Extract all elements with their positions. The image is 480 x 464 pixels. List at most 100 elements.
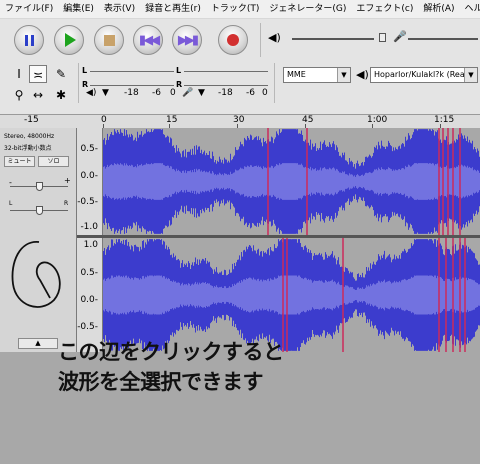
amplitude-scale-top: 0.5- 0.0- -0.5- -1.0	[77, 128, 103, 235]
meter-scale-label: 0	[170, 88, 176, 98]
timeline-tick-label: -15	[24, 115, 39, 125]
menu-edit[interactable]: 編集(E)	[58, 0, 99, 18]
meter-scale-label: -6	[246, 88, 255, 98]
record-volume-track	[408, 38, 478, 40]
scale-label: 0.0-	[80, 295, 98, 305]
track-bitdepth-label: 32-bit浮動小数点	[4, 145, 52, 152]
mute-button[interactable]: ミュート	[4, 156, 35, 167]
toolbar-divider	[78, 63, 79, 103]
solo-button[interactable]: ソロ	[38, 156, 69, 167]
timeline-tick-label: 45	[302, 115, 314, 125]
collapse-track-button[interactable]: ▲	[18, 338, 58, 349]
stop-button[interactable]	[94, 25, 124, 55]
menu-file[interactable]: ファイル(F)	[0, 0, 58, 18]
skip-start-icon: ▮◀◀	[138, 32, 160, 48]
track-area: Stereo, 48000Hz 32-bit浮動小数点 ミュート ソロ - + …	[0, 128, 480, 352]
record-icon	[227, 34, 239, 46]
pan-left-label: L	[9, 200, 13, 207]
meter-ruler	[90, 71, 174, 78]
menu-effect[interactable]: エフェクト(c)	[351, 0, 418, 18]
meter-scale-label: -6	[152, 88, 161, 98]
output-device-value: Hoparlor/Kulakl?k (Realt	[374, 70, 471, 79]
skip-end-icon: ▶▶▮	[177, 32, 199, 48]
pause-button[interactable]	[14, 25, 44, 55]
toolbar-divider	[274, 63, 275, 103]
draw-tool-icon[interactable]: ✎	[52, 65, 70, 83]
meter-scale-label: -18	[218, 88, 233, 98]
menu-generate[interactable]: ジェネレーター(G)	[264, 0, 351, 18]
multi-tool-icon[interactable]: ✱	[52, 86, 70, 104]
gain-slider[interactable]	[36, 182, 43, 191]
gain-plus-label: +	[64, 176, 71, 185]
pause-icon	[24, 34, 34, 46]
chevron-down-icon: ▼	[337, 68, 350, 82]
envelope-tool-icon[interactable]: ≍	[29, 65, 47, 83]
instruction-caption-line-2: 波形を全選択できます	[58, 370, 264, 394]
meter-scale-row: ◀) ▼ -18 -6 0 🎤 ▼ -18 -6 0	[86, 88, 276, 104]
speaker-icon: ◀)	[86, 88, 97, 98]
playback-volume-slider[interactable]	[379, 33, 386, 42]
menu-help[interactable]: ヘル	[460, 0, 480, 18]
timeline-tick-label: 1:00	[367, 115, 388, 125]
play-button[interactable]	[54, 25, 84, 55]
meter-scale-label: 0	[262, 88, 268, 98]
speaker-icon: ◀)	[268, 31, 281, 44]
stop-icon	[103, 34, 115, 46]
zoom-tool-icon[interactable]: ⚲	[10, 86, 28, 104]
timeline-tick-label: 15	[166, 115, 178, 125]
pan-right-label: R	[64, 200, 69, 207]
meter-ruler	[184, 71, 268, 78]
microphone-icon: 🎤	[393, 30, 407, 43]
menu-bar: ファイル(F) 編集(E) 表示(V) 録音と再生(r) トラック(T) ジェネレーター(…	[0, 0, 480, 19]
scale-label: 0.0-	[80, 171, 98, 181]
meter-channel-label: L	[82, 66, 88, 75]
annotation-circle-arrow-icon	[11, 241, 61, 308]
menu-transport[interactable]: 録音と再生(r)	[140, 0, 206, 18]
scale-label: -0.5-	[77, 197, 98, 207]
chevron-down-icon: ▼	[464, 68, 477, 82]
waveform-right-channel[interactable]	[103, 238, 480, 352]
instruction-caption-line-1: この辺をクリックすると	[58, 340, 284, 364]
scale-label: -0.5-	[77, 322, 98, 332]
timeline-tick-label: 1:15	[434, 115, 455, 125]
meter-scale-label: -18	[124, 88, 139, 98]
scale-label: 0.5-	[80, 268, 98, 278]
toolbar: ▮◀◀ ▶▶▮ ◀) 🎤 I ≍ ✎ ⚲ ↔ ✱ L R L R ◀) ▼ -1…	[0, 19, 480, 115]
amplitude-scale-bottom: 1.0 0.5- 0.0- -0.5-	[77, 238, 103, 352]
play-icon	[65, 33, 76, 47]
track-control-panel[interactable]: Stereo, 48000Hz 32-bit浮動小数点 ミュート ソロ - + …	[0, 128, 77, 352]
timeline-tick-label: 30	[233, 115, 245, 125]
skip-to-end-button[interactable]: ▶▶▮	[172, 25, 202, 55]
scale-label: 1.0	[83, 240, 98, 250]
menu-tracks[interactable]: トラック(T)	[206, 0, 265, 18]
audio-host-select[interactable]: MME ▼	[283, 67, 351, 83]
menu-view[interactable]: 表示(V)	[99, 0, 140, 18]
record-meter-left[interactable]: L	[176, 65, 268, 79]
solo-label: ソロ	[47, 158, 60, 165]
skip-to-start-button[interactable]: ▮◀◀	[133, 25, 163, 55]
toolbar-divider	[260, 23, 261, 57]
menu-analyze[interactable]: 解析(A)	[418, 0, 459, 18]
audio-host-value: MME	[287, 70, 306, 79]
pan-slider[interactable]	[36, 206, 43, 215]
track-format-label: Stereo, 48000Hz	[4, 133, 55, 140]
timeshift-tool-icon[interactable]: ↔	[29, 86, 47, 104]
scale-label: -1.0	[80, 222, 98, 232]
mute-label: ミュート	[7, 158, 32, 165]
tools-panel: I ≍ ✎ ⚲ ↔ ✱	[6, 63, 74, 105]
chevron-up-icon: ▲	[35, 339, 41, 347]
timeline-ruler[interactable]: -15 0 15 30 45 1:00 1:15	[0, 115, 480, 129]
selection-tool-icon[interactable]: I	[10, 65, 28, 83]
chevron-down-icon[interactable]: ▼	[198, 88, 205, 98]
scale-label: 0.5-	[80, 144, 98, 154]
chevron-down-icon[interactable]: ▼	[102, 88, 109, 98]
meter-channel-label: L	[176, 66, 182, 75]
playback-volume-track	[292, 38, 374, 40]
speaker-icon: ◀)	[356, 68, 369, 81]
waveform-left-channel[interactable]	[103, 128, 480, 235]
microphone-icon: 🎤	[182, 88, 194, 98]
output-device-select[interactable]: Hoparlor/Kulakl?k (Realt ▼	[370, 67, 478, 83]
playback-meter-left[interactable]: L	[82, 65, 174, 79]
audacity-window: ファイル(F) 編集(E) 表示(V) 録音と再生(r) トラック(T) ジェネレーター(…	[0, 0, 480, 464]
record-button[interactable]	[218, 25, 248, 55]
